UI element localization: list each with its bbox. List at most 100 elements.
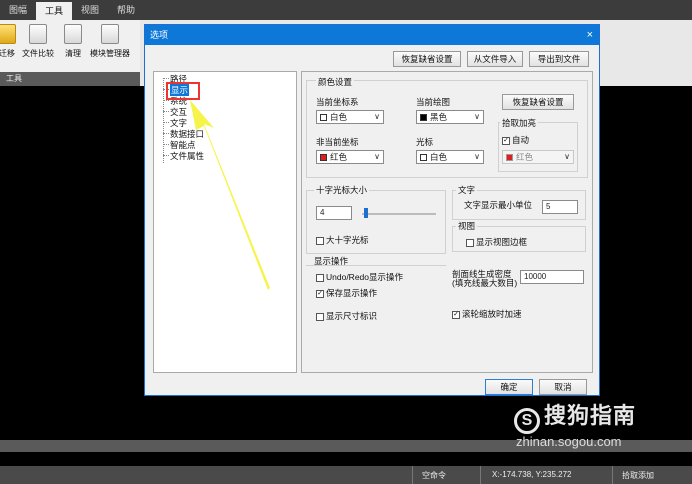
chevron-down-icon: ∨	[374, 112, 380, 121]
tree-connector	[163, 155, 169, 156]
noncurrent-coord-value: 红色	[330, 152, 348, 162]
status-coords: X:-174.738, Y:235.272	[492, 470, 572, 479]
menu-tools[interactable]: 工具	[36, 2, 73, 20]
dialog-title: 选项	[150, 30, 169, 40]
ribbon-panel-label: 工具	[0, 72, 140, 86]
color-settings-title: 颜色设置	[316, 76, 355, 88]
current-coord-color-select[interactable]: 白色 ∨	[316, 110, 384, 124]
pick-color-select[interactable]: 红色 ∨	[502, 150, 574, 164]
cancel-button[interactable]: 取消	[539, 379, 587, 395]
pick-highlight-title: 拾取加亮	[500, 117, 539, 129]
watermark-url: zhinan.sogou.com	[516, 433, 622, 449]
view-border-label: 显示视图边框	[476, 237, 528, 247]
migrate-tool[interactable]: 迁移	[0, 24, 16, 59]
current-drawing-color-select[interactable]: 黑色 ∨	[416, 110, 484, 124]
watermark: S 搜狗指南 zhinan.sogou.com	[514, 398, 636, 449]
status-divider	[612, 466, 613, 484]
save-display-label: 保存显示操作	[326, 288, 378, 298]
file-compare-tool[interactable]: 文件比较	[22, 24, 54, 59]
close-icon[interactable]: ×	[587, 25, 593, 45]
sogou-logo-icon: S	[514, 407, 540, 434]
dialog-titlebar[interactable]: 选项 ×	[145, 25, 599, 45]
file-compare-icon	[29, 24, 47, 44]
save-display-checkbox[interactable]: ✓ 保存显示操作	[316, 287, 377, 299]
cleanup-icon	[64, 24, 82, 44]
checkbox-checked-icon: ✓	[452, 310, 460, 319]
tree-connector	[163, 133, 169, 134]
cursor-value: 白色	[430, 152, 448, 162]
big-crosshair-checkbox[interactable]: 大十字光标	[316, 234, 369, 246]
status-bar: 空命令 X:-174.738, Y:235.272 拾取添加	[0, 466, 692, 484]
display-settings-panel: 颜色设置 当前坐标系 白色 ∨ 当前绘图 黑色 ∨ 恢复缺省设置 非当前坐标 红色 ∨…	[301, 71, 593, 373]
text-min-unit-label: 文字显示最小单位	[464, 200, 533, 210]
noncurrent-coord-color-select[interactable]: 红色 ∨	[316, 150, 384, 164]
module-manager-icon	[101, 24, 119, 44]
cleanup-label: 清理	[65, 49, 81, 58]
auto-checkbox[interactable]: ✓ 自动	[502, 134, 529, 146]
tree-connector	[163, 144, 169, 145]
slider-handle[interactable]	[364, 208, 368, 218]
export-to-file-button[interactable]: 导出到文件	[529, 51, 589, 67]
restore-defaults-button[interactable]: 恢复缺省设置	[393, 51, 461, 67]
checkbox-icon	[316, 273, 324, 282]
show-size-label: 显示尺寸标识	[326, 311, 378, 321]
pick-color-value: 红色	[516, 152, 534, 162]
cursor-color-select[interactable]: 白色 ∨	[416, 150, 484, 164]
hatch-density-sublabel: (填充线最大数目)	[452, 278, 518, 288]
menu-tufu[interactable]: 图幅	[0, 0, 36, 20]
checkbox-icon	[316, 312, 324, 321]
highlight-annotation	[166, 82, 200, 100]
red-swatch	[506, 154, 513, 162]
white-swatch	[420, 154, 427, 162]
menu-view[interactable]: 视图	[72, 0, 108, 20]
undo-redo-label: Undo/Redo显示操作	[326, 272, 404, 282]
watermark-title: 搜狗指南	[544, 403, 637, 428]
noncurrent-coord-label: 非当前坐标	[316, 137, 359, 147]
current-coord-value: 白色	[330, 112, 348, 122]
status-pick: 拾取添加	[622, 471, 654, 480]
text-min-unit-input[interactable]: 5	[542, 200, 578, 214]
chevron-down-icon: ∨	[474, 112, 480, 121]
wheel-accel-label: 滚轮缩放时加速	[462, 309, 522, 319]
view-border-checkbox[interactable]: 显示视图边框	[466, 236, 527, 248]
black-swatch	[420, 114, 427, 122]
red-swatch	[320, 154, 327, 162]
chevron-down-icon: ∨	[474, 152, 480, 161]
show-size-checkbox[interactable]: 显示尺寸标识	[316, 310, 377, 322]
status-divider	[412, 466, 413, 484]
cleanup-tool[interactable]: 清理	[64, 24, 82, 59]
crosshair-size-slider[interactable]	[362, 213, 436, 215]
module-manager-tool[interactable]: 模块管理器	[90, 24, 130, 59]
tree-connector	[163, 111, 169, 112]
current-drawing-value: 黑色	[430, 112, 448, 122]
hatch-density-input[interactable]: 10000	[520, 270, 584, 284]
view-title: 视图	[456, 220, 478, 232]
options-dialog: 选项 × 恢复缺省设置 从文件导入 导出到文件 路径 显示 系统 交互 文字 数…	[144, 24, 600, 396]
undo-redo-checkbox[interactable]: Undo/Redo显示操作	[316, 271, 403, 283]
options-tree: 路径 显示 系统 交互 文字 数据接口 智能点 文件属性	[153, 71, 297, 373]
color-restore-defaults-button[interactable]: 恢复缺省设置	[502, 94, 574, 110]
text-title: 文字	[456, 184, 478, 196]
crosshair-size-input[interactable]: 4	[316, 206, 352, 220]
checkbox-checked-icon: ✓	[316, 289, 324, 298]
crosshair-size-title: 十字光标大小	[314, 184, 370, 196]
menu-help[interactable]: 帮助	[108, 0, 144, 20]
checkbox-icon	[316, 236, 324, 245]
tree-connector	[163, 100, 169, 101]
ok-button[interactable]: 确定	[485, 379, 533, 395]
cursor-label: 光标	[416, 137, 434, 147]
migrate-icon	[0, 24, 16, 44]
file-compare-label: 文件比较	[22, 49, 54, 58]
chevron-down-icon: ∨	[564, 152, 570, 161]
wheel-accel-checkbox[interactable]: ✓ 滚轮缩放时加速	[452, 308, 522, 320]
module-manager-label: 模块管理器	[90, 49, 130, 58]
status-command: 空命令	[422, 471, 446, 480]
current-coord-label: 当前坐标系	[316, 97, 359, 107]
import-from-file-button[interactable]: 从文件导入	[467, 51, 523, 67]
tree-connector	[163, 78, 169, 79]
status-divider	[480, 466, 481, 484]
tree-item-file-properties[interactable]: 文件属性	[170, 150, 204, 162]
chevron-down-icon: ∨	[374, 152, 380, 161]
menu-bar: 图幅 工具 视图 帮助	[0, 0, 692, 20]
white-swatch	[320, 114, 327, 122]
